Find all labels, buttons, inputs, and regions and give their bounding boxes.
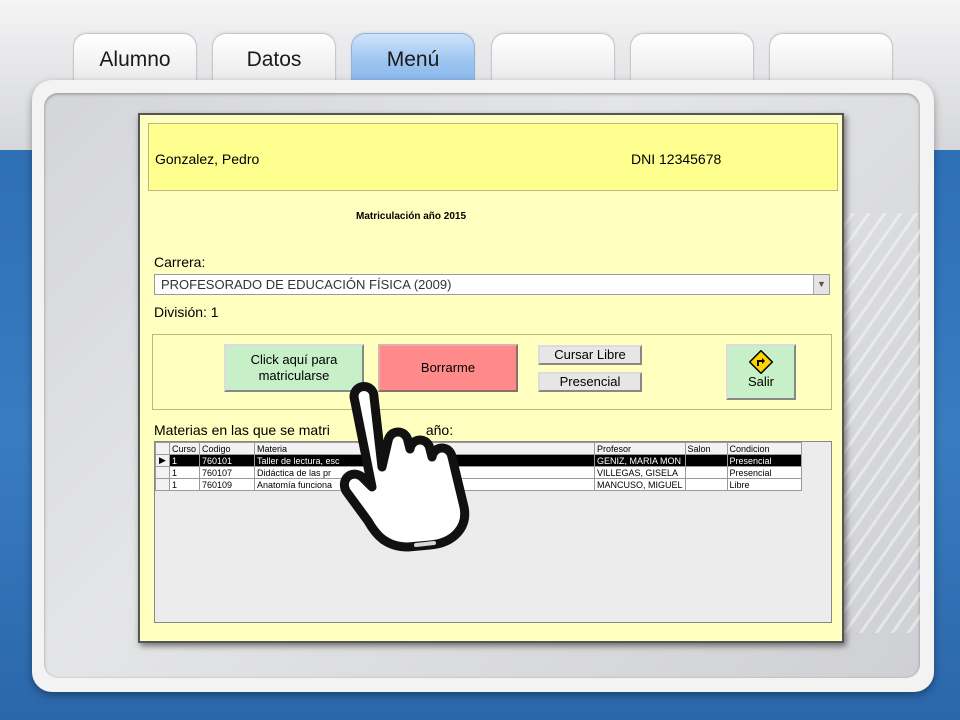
cursar-libre-button[interactable]: Cursar Libre — [538, 345, 642, 365]
row-selector — [155, 466, 170, 479]
column-header[interactable]: Profesor — [594, 442, 686, 455]
division-label: División: 1 — [154, 304, 219, 320]
cell-profesor: GENIZ, MARIA MON — [594, 454, 686, 467]
tab-empty-6[interactable] — [769, 33, 893, 85]
cell-profesor: VILLEGAS, GISELA — [594, 466, 686, 479]
materias-grid[interactable]: Curso Codigo Materia Profesor Salon Cond… — [154, 441, 832, 623]
cell-salon — [684, 466, 728, 479]
column-header[interactable]: Curso — [169, 442, 200, 455]
cell-profesor: MANCUSO, MIGUEL — [594, 478, 686, 491]
cell-codigo: 760109 — [199, 478, 255, 491]
cell-codigo: 760107 — [199, 466, 255, 479]
salir-label: Salir — [747, 374, 774, 389]
cell-condicion: Libre — [726, 478, 802, 491]
column-header[interactable]: Salon — [684, 442, 728, 455]
tab-datos[interactable]: Datos — [212, 33, 336, 85]
column-header[interactable]: Condicion — [726, 442, 802, 455]
carrera-select[interactable]: PROFESORADO DE EDUCACIÓN FÍSICA (2009) ▼ — [154, 274, 830, 295]
turn-right-road-sign-icon — [749, 350, 773, 374]
carrera-select-value: PROFESORADO DE EDUCACIÓN FÍSICA (2009) — [161, 277, 452, 292]
cell-condicion: Presencial — [726, 454, 802, 467]
tab-menu[interactable]: Menú — [351, 33, 475, 85]
presencial-button[interactable]: Presencial — [538, 372, 642, 392]
carrera-label: Carrera: — [154, 254, 206, 270]
cell-condicion: Presencial — [726, 466, 802, 479]
materias-label-start: Materias en las que se matri — [154, 422, 330, 438]
cell-codigo: 760101 — [199, 454, 255, 467]
tab-alumno[interactable]: Alumno — [73, 33, 197, 85]
cell-curso: 1 — [169, 466, 200, 479]
row-selector-icon: ▶ — [155, 454, 170, 467]
salir-button[interactable]: Salir — [726, 344, 796, 400]
row-selector-header — [155, 442, 170, 455]
tab-empty-4[interactable] — [491, 33, 615, 85]
student-header: Gonzalez, Pedro DNI 12345678 — [148, 123, 838, 191]
cell-curso: 1 — [169, 454, 200, 467]
row-selector — [155, 478, 170, 491]
enrollment-form: Gonzalez, Pedro DNI 12345678 Matriculaci… — [138, 113, 844, 643]
enrollment-title: Matriculación año 2015 — [356, 211, 467, 222]
cell-salon — [684, 478, 728, 491]
cell-curso: 1 — [169, 478, 200, 491]
pointing-hand-icon — [340, 382, 470, 552]
chevron-down-icon[interactable]: ▼ — [813, 275, 829, 294]
tab-empty-5[interactable] — [630, 33, 754, 85]
column-header[interactable]: Codigo — [199, 442, 255, 455]
student-dni: DNI 12345678 — [631, 151, 722, 167]
cell-salon — [684, 454, 728, 467]
student-name: Gonzalez, Pedro — [155, 151, 260, 167]
